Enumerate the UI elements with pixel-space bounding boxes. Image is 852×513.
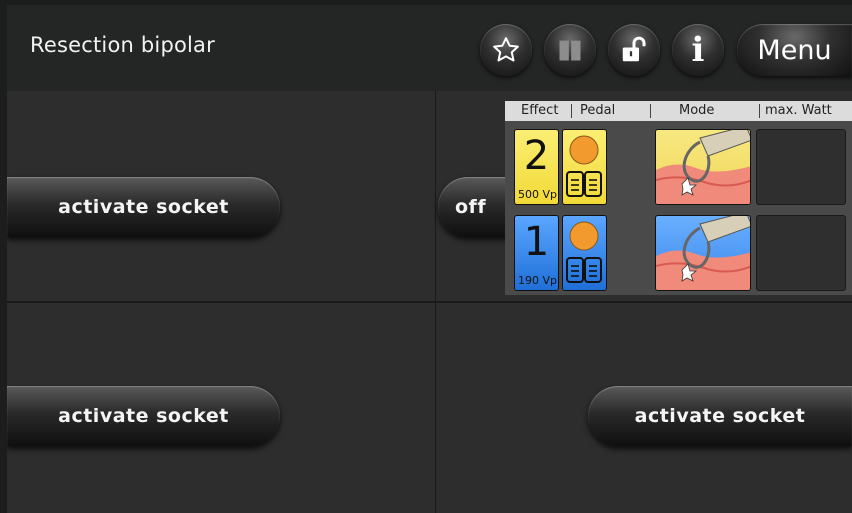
activate-socket-button-top-left[interactable]: activate socket [7,177,280,237]
effect-voltage: 190 Vp [518,274,557,287]
favorites-button[interactable] [480,24,532,76]
header-separator [650,104,651,118]
pedal-icon [566,221,602,283]
lock-button[interactable] [608,24,660,76]
header-separator [759,104,760,118]
panel-header: Effect Pedal Mode max. Watt [505,101,852,121]
divider-horizontal [7,301,852,303]
effect-tile[interactable]: 1 190 Vp [514,215,559,291]
column-effect: Effect [521,103,559,118]
max-watt-tile[interactable] [756,129,846,205]
header-separator [571,104,572,118]
info-button[interactable]: i [672,24,724,76]
column-max-watt: max. Watt [765,103,832,118]
info-icon: i [691,30,705,70]
resection-loop-icon [656,130,750,204]
menu-button[interactable]: Menu [737,24,852,76]
channel-settings-panel: Effect Pedal Mode max. Watt 2 500 Vp 1 1… [505,101,852,295]
effect-voltage: 500 Vp [518,188,557,201]
activate-socket-button-bottom-right[interactable]: activate socket [588,386,852,446]
app-window: Resection bipolar i Menu activate socket… [7,5,852,513]
mode-tile[interactable] [655,215,751,291]
resection-loop-icon [656,216,750,290]
effect-tile[interactable]: 2 500 Vp [514,129,559,205]
effect-level: 1 [523,219,550,265]
unlock-icon [622,36,646,62]
max-watt-tile[interactable] [756,215,846,291]
top-bar: Resection bipolar i Menu [7,5,852,91]
pedal-icon [566,135,602,197]
column-mode: Mode [679,103,715,118]
pedal-tile[interactable] [562,129,607,205]
manual-button[interactable] [544,24,596,76]
book-icon [559,40,581,61]
star-icon [493,37,519,62]
activate-socket-button-bottom-left[interactable]: activate socket [7,386,280,446]
column-pedal: Pedal [580,103,616,118]
page-title: Resection bipolar [30,33,215,57]
pedal-tile[interactable] [562,215,607,291]
effect-level: 2 [523,133,550,179]
mode-tile[interactable] [655,129,751,205]
